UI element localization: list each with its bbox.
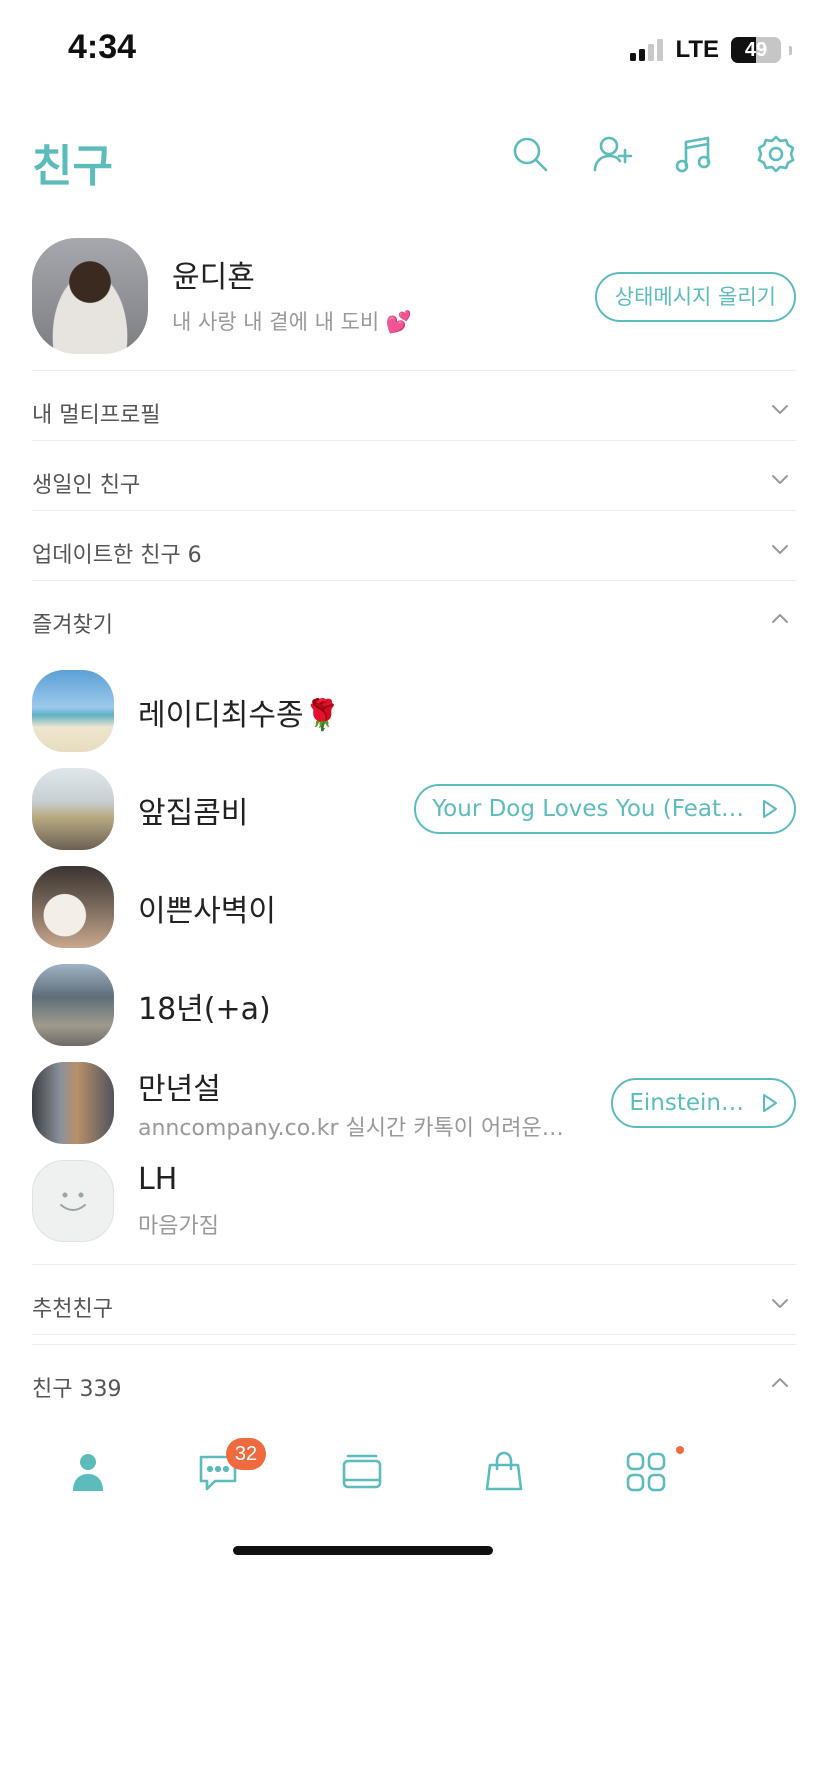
chevron-down-icon [772,405,788,414]
tab-friends[interactable] [58,1442,118,1502]
list-item[interactable]: 레이디최수종🌹 [32,662,796,758]
chevron-down-icon [772,545,788,554]
profile-name: 윤디횬 [172,260,255,295]
page-title: 친구 [32,141,113,192]
notification-dot [676,1446,684,1454]
section-label: 즐겨찾기 [32,613,113,638]
friend-name: 만년설 [138,1072,221,1107]
section-label: 생일인 친구 [32,473,141,498]
status-indicators: LTE 49 [630,36,792,64]
post-status-button[interactable]: 상태메시지 올리기 [594,272,796,322]
bottom-tab-bar: 32 [0,1420,828,1540]
chevron-down-icon [772,475,788,484]
list-item[interactable]: 만년설 anncompany.co.kr 실시간 카톡이 어려운… Einste… [32,1054,796,1150]
section-label: 내 멀티프로필 [32,403,161,428]
list-item[interactable]: LH 마음가짐 [32,1152,796,1248]
list-item[interactable]: 앞집콤비 Your Dog Loves You (Feat… [32,760,796,856]
list-item[interactable]: 이쁜사벽이 [32,858,796,954]
friend-avatar [32,670,114,752]
chevron-up-icon [772,614,788,623]
friend-avatar [32,768,114,850]
friend-name: 레이디최수종🌹 [138,698,341,733]
friend-name: 18년(+a) [138,992,271,1027]
list-item[interactable]: 18년(+a) [32,956,796,1052]
section-favorites[interactable]: 즐겨찾기 [32,580,796,660]
search-icon[interactable] [510,134,550,174]
play-icon [763,800,777,818]
home-indicator [233,1546,493,1555]
add-friend-icon[interactable] [592,134,632,174]
profile-status-message: 내 사랑 내 곁에 내 도비 💕 [172,310,413,334]
friend-avatar [32,866,114,948]
friend-avatar [32,1062,114,1144]
status-bar: 4:34 LTE 49 [0,0,828,100]
music-title: Einstein… [629,1090,744,1116]
status-time: 4:34 [68,28,137,66]
signal-icon [630,39,664,61]
settings-icon[interactable] [756,134,796,174]
section-updated-friends[interactable]: 업데이트한 친구 6 [32,510,796,590]
default-avatar-icon [32,1160,114,1242]
header: 친구 [0,112,828,200]
tab-shopping[interactable] [474,1442,534,1502]
header-actions [510,134,796,174]
music-icon[interactable] [674,134,714,174]
friend-status-message: anncompany.co.kr 실시간 카톡이 어려운… [138,1116,564,1141]
play-icon [763,1094,777,1112]
avatar[interactable] [32,238,148,354]
network-type: LTE [675,36,719,63]
view-icon [342,1454,382,1489]
friend-avatar [32,964,114,1046]
tab-more[interactable] [616,1442,676,1502]
friend-name: LH [138,1162,178,1197]
chevron-up-icon [772,1378,788,1387]
friend-name: 이쁜사벽이 [138,894,276,929]
grid-icon [626,1452,666,1492]
section-label: 친구 339 [32,1377,122,1402]
section-recommended-friends[interactable]: 추천친구 [32,1264,796,1344]
section-label: 추천친구 [32,1297,113,1322]
tab-view[interactable] [332,1442,392,1502]
battery-level: 49 [744,39,768,61]
friend-name: 앞집콤비 [138,796,249,831]
my-profile[interactable]: 윤디횬 내 사랑 내 곁에 내 도비 💕 상태메시지 올리기 [32,238,796,354]
music-title: Your Dog Loves You (Feat… [432,796,744,822]
battery-icon: 49 [731,37,781,63]
chat-unread-badge: 32 [226,1438,266,1470]
profile-music-button[interactable]: Einstein… [611,1078,796,1128]
section-multi-profile[interactable]: 내 멀티프로필 [32,370,796,450]
section-birthday[interactable]: 생일인 친구 [32,440,796,520]
person-icon [73,1454,103,1491]
profile-music-button[interactable]: Your Dog Loves You (Feat… [414,784,796,834]
shopping-bag-icon [485,1451,523,1491]
friend-status-message: 마음가짐 [138,1214,219,1239]
chevron-down-icon [772,1299,788,1308]
section-label: 업데이트한 친구 6 [32,543,202,568]
section-friends[interactable]: 친구 339 [32,1344,796,1420]
